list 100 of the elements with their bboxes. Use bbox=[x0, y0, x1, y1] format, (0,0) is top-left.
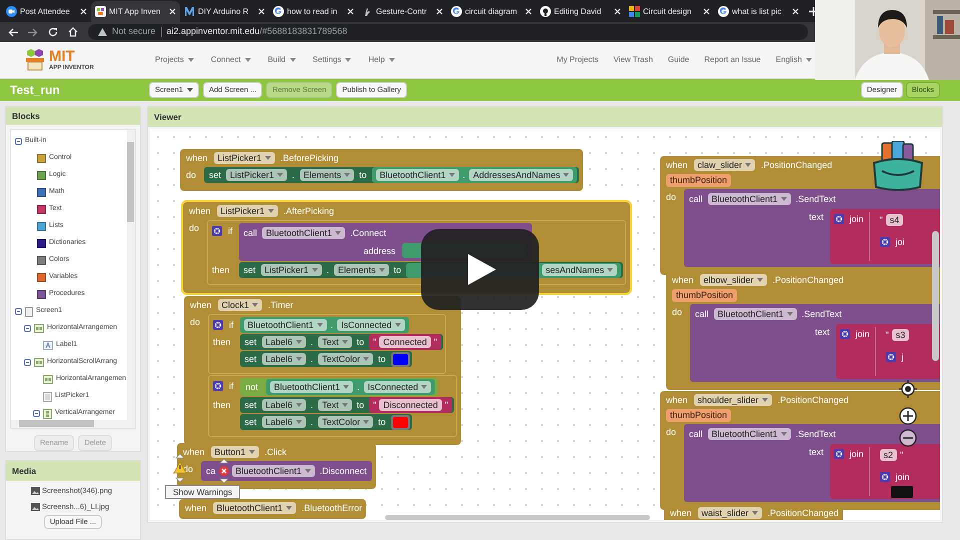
forward-icon[interactable] bbox=[28, 28, 38, 36]
dropdown-field[interactable]: BluetoothClient1 bbox=[708, 193, 791, 205]
backpack-icon[interactable] bbox=[870, 141, 926, 191]
menu-button[interactable]: Help bbox=[368, 54, 395, 66]
scrollbar[interactable] bbox=[932, 231, 939, 361]
dropdown-field[interactable]: Elements bbox=[300, 169, 354, 181]
menu-button[interactable]: Projects bbox=[155, 54, 194, 66]
dropdown-field[interactable]: Elements bbox=[334, 264, 389, 276]
dropdown-field[interactable]: Text bbox=[318, 399, 352, 411]
gear-icon[interactable] bbox=[880, 237, 890, 247]
string-field[interactable]: Connected bbox=[379, 336, 431, 348]
dropdown-field[interactable]: Label6 bbox=[262, 399, 306, 411]
dropdown-field[interactable]: Text bbox=[318, 336, 352, 348]
close-icon[interactable] bbox=[169, 8, 176, 15]
gear-icon[interactable] bbox=[880, 472, 890, 482]
close-icon[interactable] bbox=[792, 8, 799, 15]
dropdown-field[interactable]: shoulder_slider bbox=[694, 394, 772, 406]
close-icon[interactable] bbox=[347, 8, 354, 15]
dropdown-field[interactable]: BluetoothClient1 bbox=[244, 319, 327, 331]
dropdown-field[interactable]: ListPicker1 bbox=[214, 152, 275, 164]
zoom-in-icon[interactable] bbox=[899, 407, 917, 425]
menu-button[interactable]: Connect bbox=[210, 54, 251, 66]
gear-icon[interactable] bbox=[840, 329, 850, 339]
dropdown-field[interactable]: AddressesAndNames bbox=[469, 169, 574, 181]
address-field[interactable]: Not secure ai2.appinventor.mit.edu/#5688183831789568 bbox=[88, 24, 808, 40]
close-icon[interactable] bbox=[614, 8, 621, 15]
collapse-icon[interactable] bbox=[15, 308, 22, 315]
dropdown-field[interactable]: TextColor bbox=[318, 416, 374, 428]
close-icon[interactable] bbox=[80, 8, 87, 15]
browser-tab[interactable]: DIY Arduino R bbox=[180, 1, 269, 22]
nav-link[interactable]: Report an Issue bbox=[704, 54, 761, 66]
parameter-field[interactable]: thumbPosition bbox=[672, 289, 738, 302]
browser-tab[interactable]: what is list pic bbox=[714, 1, 803, 22]
scrollbar[interactable] bbox=[385, 515, 650, 520]
zoom-out-icon[interactable] bbox=[899, 429, 917, 447]
event-block[interactable] bbox=[184, 296, 462, 445]
dropdown-field[interactable]: waist_slider bbox=[698, 507, 762, 519]
browser-tab[interactable]: MIT App Inven bbox=[91, 1, 180, 22]
dropdown-field[interactable]: Label6 bbox=[262, 416, 306, 428]
gear-icon[interactable] bbox=[213, 381, 223, 391]
play-button[interactable] bbox=[421, 229, 539, 310]
recenter-icon[interactable] bbox=[899, 380, 917, 398]
error-icon[interactable] bbox=[218, 458, 230, 484]
gear-icon[interactable] bbox=[212, 226, 222, 236]
dropdown-field[interactable]: IsConnected bbox=[364, 381, 432, 393]
string-field[interactable]: s3 bbox=[892, 329, 910, 341]
event-block[interactable]: when waist_slider .PositionChanged bbox=[664, 504, 843, 520]
event-block[interactable]: when claw_slider .PositionChanged thumbPosition do call BluetoothClient1 .SendText text join " s4 joi bbox=[660, 156, 940, 275]
string-field[interactable]: Disconnected bbox=[379, 399, 442, 411]
dropdown-field[interactable]: claw_slider bbox=[694, 159, 756, 171]
collapse-icon[interactable] bbox=[24, 325, 31, 332]
show-warnings-button[interactable]: Show Warnings bbox=[165, 485, 240, 499]
string-field[interactable]: s4 bbox=[886, 214, 904, 226]
collapse-icon[interactable] bbox=[24, 359, 31, 366]
string-field[interactable]: s2 bbox=[880, 449, 898, 461]
menu-button[interactable]: Settings bbox=[312, 54, 352, 66]
gear-icon[interactable] bbox=[834, 214, 844, 224]
dropdown-field[interactable]: sesAndNames bbox=[542, 264, 618, 276]
event-block[interactable]: when shoulder_slider .PositionChanged thumbPosition do call BluetoothClient1 .SendText text join s2 " join bbox=[660, 391, 940, 510]
browser-tab[interactable]: Circuit design bbox=[625, 1, 714, 22]
browser-tab[interactable]: Gesture-Contr bbox=[358, 1, 447, 22]
dropdown-field[interactable]: ListPicker1 bbox=[260, 264, 322, 276]
browser-tab[interactable]: Post Attendee bbox=[2, 1, 91, 22]
dropdown-field[interactable]: elbow_slider bbox=[700, 274, 767, 286]
dropdown-field[interactable]: Clock1 bbox=[218, 299, 262, 311]
dropdown-field[interactable]: BluetoothClient1 bbox=[262, 227, 346, 239]
browser-tab[interactable]: Editing David bbox=[536, 1, 625, 22]
dropdown-field[interactable]: BluetoothClient1 bbox=[232, 465, 315, 477]
event-block[interactable]: when elbow_slider .PositionChanged thumbPosition do call BluetoothClient1 .SendText text join " s3 j bbox=[666, 271, 940, 390]
menu-button[interactable]: Build bbox=[268, 54, 296, 66]
dropdown-field[interactable]: Label6 bbox=[262, 353, 306, 365]
dropdown-field[interactable]: IsConnected bbox=[337, 319, 405, 331]
event-block[interactable]: when BluetoothClient1 .BluetoothError bbox=[179, 499, 366, 519]
nav-link[interactable]: View Trash bbox=[613, 54, 653, 66]
back-icon[interactable] bbox=[8, 28, 18, 36]
browser-tab[interactable]: circuit diagram bbox=[447, 1, 536, 22]
close-icon[interactable] bbox=[525, 8, 532, 15]
dropdown-field[interactable]: BluetoothClient1 bbox=[708, 428, 791, 440]
gear-icon[interactable] bbox=[834, 449, 844, 459]
collapse-icon[interactable] bbox=[15, 138, 22, 145]
dropdown-field[interactable]: ListPicker1 bbox=[226, 169, 288, 181]
gear-icon[interactable] bbox=[213, 320, 223, 330]
browser-tab[interactable]: how to read in bbox=[269, 1, 358, 22]
scrollbar[interactable] bbox=[19, 420, 94, 427]
dropdown-field[interactable]: TextColor bbox=[318, 353, 374, 365]
dropdown-field[interactable]: BluetoothClient1 bbox=[270, 381, 354, 393]
event-block[interactable]: when ListPicker1 .BeforePicking do set ListPicker1 . Elements to BluetoothClient1 . AddressesAndNames bbox=[180, 149, 584, 191]
dropdown-field[interactable]: BluetoothClient1 bbox=[376, 169, 459, 181]
dropdown-field[interactable]: BluetoothClient1 bbox=[212, 502, 296, 514]
close-icon[interactable] bbox=[703, 8, 710, 15]
close-icon[interactable] bbox=[258, 8, 265, 15]
reload-icon[interactable] bbox=[48, 27, 58, 37]
nav-link[interactable]: Guide bbox=[668, 54, 690, 66]
nav-link[interactable]: My Projects bbox=[556, 54, 598, 66]
close-icon[interactable] bbox=[436, 8, 443, 15]
dropdown-field[interactable]: ListPicker1 bbox=[216, 205, 278, 217]
collapse-icon[interactable] bbox=[33, 410, 40, 417]
scrollbar[interactable] bbox=[127, 142, 134, 222]
dropdown-field[interactable]: BluetoothClient1 bbox=[714, 308, 797, 320]
dropdown-field[interactable]: Label6 bbox=[262, 336, 306, 348]
